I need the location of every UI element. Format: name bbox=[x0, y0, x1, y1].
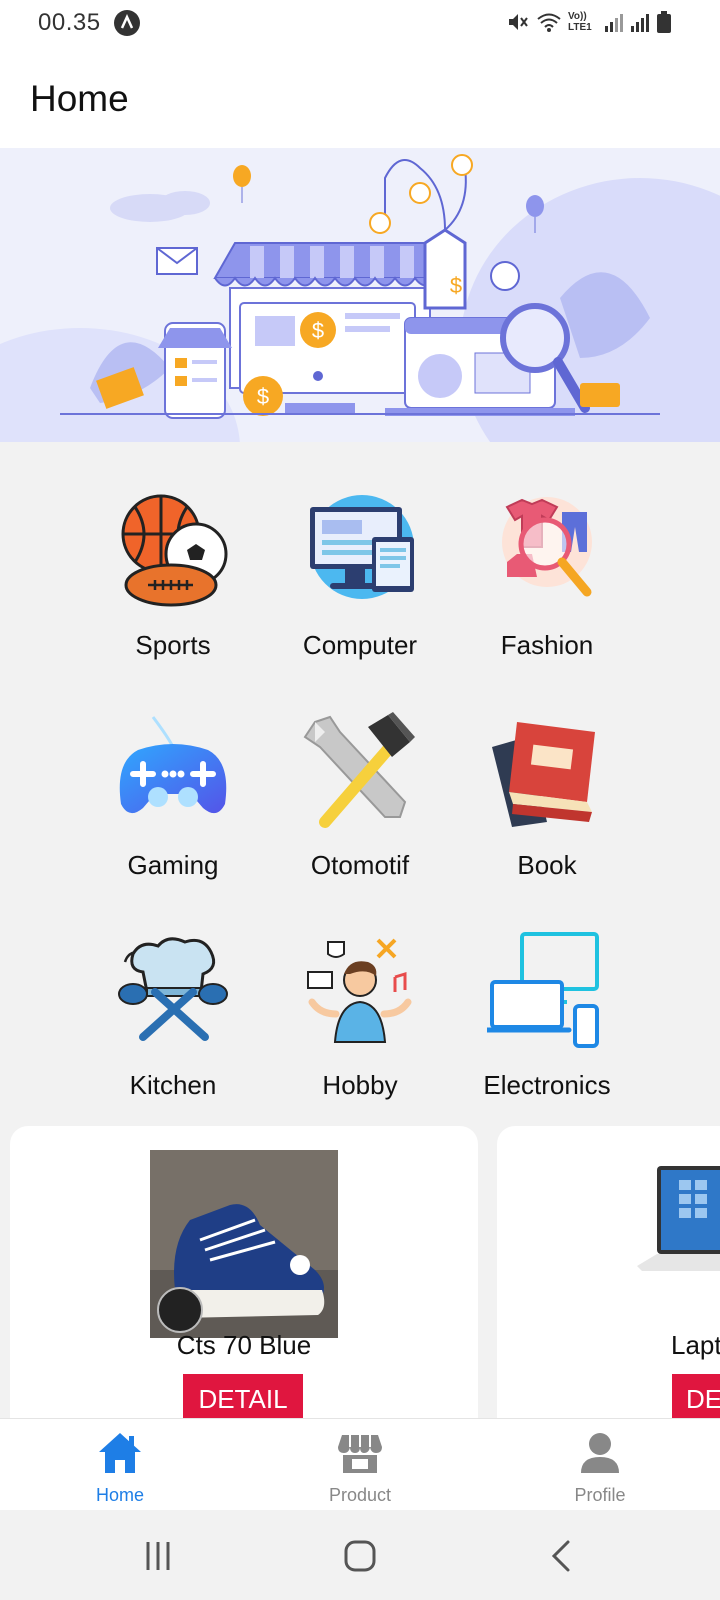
svg-text:$: $ bbox=[450, 273, 462, 298]
category-hobby[interactable]: Hobby bbox=[270, 932, 450, 1101]
product-image bbox=[150, 1150, 338, 1338]
category-label: Sports bbox=[135, 630, 211, 660]
product-image bbox=[637, 1166, 720, 1271]
svg-text:$: $ bbox=[257, 384, 269, 409]
product-card[interactable]: Cts 70 Blue DETAIL bbox=[10, 1126, 478, 1418]
category-book[interactable]: Book bbox=[457, 712, 637, 881]
category-label: Hobby bbox=[322, 1070, 398, 1100]
category-label: Fashion bbox=[500, 630, 594, 660]
category-computer[interactable]: Computer bbox=[270, 492, 450, 661]
status-time: 00.35 bbox=[38, 9, 101, 36]
mute-icon bbox=[509, 14, 528, 30]
nav-label-home: Home bbox=[95, 1485, 144, 1505]
person-icon bbox=[581, 1433, 619, 1473]
product-name: Lapt bbox=[671, 1330, 720, 1360]
category-label: Kitchen bbox=[129, 1070, 217, 1100]
book-icon bbox=[492, 722, 595, 827]
nav-home[interactable]: Home bbox=[0, 1419, 240, 1511]
app-notification-icon bbox=[114, 10, 140, 36]
category-sports[interactable]: Sports bbox=[83, 492, 263, 661]
fashion-icon bbox=[502, 497, 592, 597]
nav-profile[interactable]: Profile bbox=[480, 1419, 720, 1511]
devices-icon bbox=[487, 932, 599, 1048]
product-card[interactable]: Lapt DE bbox=[497, 1126, 720, 1418]
category-label: Computer bbox=[302, 630, 418, 660]
store-icon bbox=[338, 1435, 382, 1473]
category-electronics[interactable]: Electronics bbox=[457, 932, 637, 1101]
nav-label-product: Product bbox=[328, 1485, 392, 1505]
signal-icon-1 bbox=[605, 14, 623, 32]
system-nav-bar bbox=[0, 1510, 720, 1600]
signal-icon-2 bbox=[631, 14, 649, 32]
category-gaming[interactable]: Gaming bbox=[83, 712, 263, 881]
home-button-icon[interactable] bbox=[340, 1536, 380, 1576]
category-otomotif[interactable]: Otomotif bbox=[270, 712, 450, 881]
app-bar: Home bbox=[0, 48, 720, 148]
category-kitchen[interactable]: Kitchen bbox=[83, 932, 263, 1101]
online-shop-illustration: $ $ $ bbox=[0, 154, 720, 442]
detail-button[interactable]: DE bbox=[672, 1374, 720, 1418]
chef-hat-icon bbox=[118, 937, 228, 1041]
home-icon bbox=[99, 1433, 141, 1473]
battery-icon bbox=[657, 11, 671, 33]
hobby-person-icon bbox=[307, 938, 412, 1043]
recent-apps-icon[interactable] bbox=[138, 1536, 178, 1576]
computer-icon bbox=[310, 495, 414, 599]
nav-label-profile: Profile bbox=[574, 1485, 626, 1505]
network-label: Vo)) LTE1 bbox=[568, 11, 592, 33]
promo-banner[interactable]: $ $ $ bbox=[0, 148, 720, 442]
back-icon[interactable] bbox=[542, 1536, 582, 1576]
page-title: Home bbox=[30, 78, 129, 119]
product-name: Cts 70 Blue bbox=[176, 1330, 312, 1360]
svg-text:$: $ bbox=[312, 318, 324, 343]
category-label: Gaming bbox=[127, 850, 219, 880]
status-bar: 00.35 Vo)) LTE1 bbox=[0, 0, 720, 48]
gamepad-icon bbox=[119, 716, 227, 814]
category-label: Otomotif bbox=[310, 850, 410, 880]
status-icons: Vo)) LTE1 bbox=[506, 10, 672, 34]
bottom-nav: Home Product Profile bbox=[0, 1418, 720, 1510]
sports-balls-icon bbox=[121, 494, 228, 607]
category-fashion[interactable]: Fashion bbox=[457, 492, 637, 661]
wrench-hammer-icon bbox=[303, 712, 415, 828]
detail-button[interactable]: DETAIL bbox=[183, 1374, 303, 1418]
category-label: Electronics bbox=[483, 1070, 611, 1100]
nav-product[interactable]: Product bbox=[240, 1419, 480, 1511]
wifi-icon bbox=[537, 13, 561, 32]
category-label: Book bbox=[517, 850, 577, 880]
